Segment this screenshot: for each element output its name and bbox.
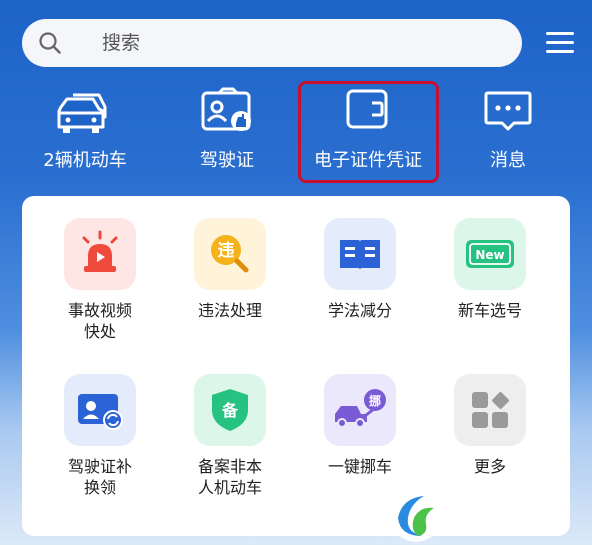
highlight-box [298, 81, 439, 183]
service-move-car[interactable]: 挪 一键挪车 [300, 374, 420, 477]
service-register-vehicle[interactable]: 备 备案非本 人机动车 [170, 374, 290, 498]
search-input[interactable]: 搜索 [102, 31, 140, 55]
top-nav-license[interactable]: 驾驶证 [162, 85, 292, 185]
service-new-plate[interactable]: New 新车选号 [430, 218, 550, 321]
book-icon [324, 218, 396, 290]
top-nav-label: 2辆机动车 [43, 150, 127, 171]
service-label: 新车选号 [457, 301, 522, 320]
menu-icon[interactable] [546, 32, 574, 54]
shield-icon: 备 [194, 374, 266, 446]
service-label: 驾驶证补 换领 [67, 457, 132, 497]
more-icon [454, 374, 526, 446]
service-more[interactable]: 更多 [430, 374, 550, 477]
service-label: 一键挪车 [327, 457, 392, 476]
service-violation[interactable]: 违 违法处理 [170, 218, 290, 321]
license-icon [201, 87, 251, 131]
search-bar[interactable]: 搜索 [22, 19, 522, 67]
service-label: 违法处理 [197, 301, 262, 320]
svg-text:违: 违 [218, 240, 235, 261]
top-nav-label: 消息 [490, 150, 526, 171]
service-label: 更多 [473, 457, 506, 476]
message-icon [484, 91, 532, 131]
alarm-icon [64, 218, 136, 290]
license-renew-icon [64, 374, 136, 446]
service-label: 事故视频 快处 [67, 301, 132, 341]
plate-icon: New [454, 218, 526, 290]
car-icon [57, 93, 107, 133]
svg-text:挪: 挪 [369, 393, 381, 408]
service-label: 备案非本 人机动车 [197, 457, 262, 497]
top-nav-messages[interactable]: 消息 [443, 85, 573, 185]
top-nav-label: 驾驶证 [200, 150, 254, 171]
service-study-points[interactable]: 学法减分 [300, 218, 420, 321]
watermark-logo-icon [390, 490, 442, 542]
violation-icon: 违 [194, 218, 266, 290]
top-nav-vehicles[interactable]: 2辆机动车 [20, 85, 150, 185]
services-card: 事故视频 快处 违 违法处理 学法减分 New 新车选号 驾驶证补 换领 备 备… [22, 196, 570, 536]
svg-text:New: New [475, 248, 504, 262]
search-icon [39, 32, 61, 54]
service-accident-video[interactable]: 事故视频 快处 [40, 218, 160, 342]
service-license-renew[interactable]: 驾驶证补 换领 [40, 374, 160, 498]
svg-text:备: 备 [221, 401, 239, 420]
truck-icon: 挪 [324, 374, 396, 446]
service-label: 学法减分 [327, 301, 392, 320]
